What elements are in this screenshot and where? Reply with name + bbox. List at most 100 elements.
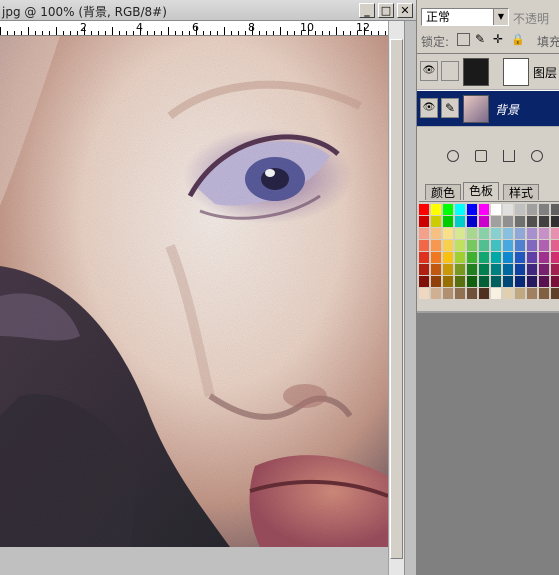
color-swatch[interactable] bbox=[551, 240, 559, 252]
color-swatch[interactable] bbox=[467, 216, 478, 228]
color-swatch[interactable] bbox=[467, 240, 478, 252]
color-swatch[interactable] bbox=[491, 240, 502, 252]
color-swatch[interactable] bbox=[539, 264, 550, 276]
color-swatch[interactable] bbox=[539, 240, 550, 252]
color-swatch[interactable] bbox=[479, 228, 490, 240]
color-swatch[interactable] bbox=[491, 216, 502, 228]
color-swatch[interactable] bbox=[419, 228, 430, 240]
blend-mode-select[interactable]: 正常 ▼ bbox=[421, 8, 509, 26]
color-swatch[interactable] bbox=[431, 276, 442, 288]
color-swatch[interactable] bbox=[503, 252, 514, 264]
layer-link-box[interactable] bbox=[441, 61, 459, 81]
visibility-eye-icon[interactable]: 👁 bbox=[420, 98, 438, 118]
tab-swatches[interactable]: 色板 bbox=[463, 182, 500, 200]
color-swatch[interactable] bbox=[419, 276, 430, 288]
color-swatch[interactable] bbox=[503, 216, 514, 228]
color-swatch[interactable] bbox=[479, 204, 490, 216]
lock-brush-icon[interactable]: ✎ bbox=[475, 33, 488, 46]
color-swatch[interactable] bbox=[527, 264, 538, 276]
color-swatch[interactable] bbox=[515, 288, 526, 300]
color-swatch[interactable] bbox=[515, 264, 526, 276]
color-swatch[interactable] bbox=[503, 228, 514, 240]
color-swatch[interactable] bbox=[503, 264, 514, 276]
minimize-button[interactable]: _ bbox=[359, 3, 375, 18]
color-swatch[interactable] bbox=[419, 204, 430, 216]
color-swatch[interactable] bbox=[419, 264, 430, 276]
color-swatch[interactable] bbox=[539, 228, 550, 240]
color-swatch[interactable] bbox=[539, 252, 550, 264]
color-swatch[interactable] bbox=[455, 276, 466, 288]
lock-all-icon[interactable]: 🔒 bbox=[511, 33, 525, 46]
color-swatch[interactable] bbox=[455, 240, 466, 252]
vertical-scrollbar-thumb[interactable] bbox=[390, 39, 403, 559]
color-swatch[interactable] bbox=[515, 204, 526, 216]
color-swatch[interactable] bbox=[419, 288, 430, 300]
horizontal-ruler[interactable]: 2 4 6 8 10 12 14 bbox=[0, 21, 388, 36]
document-titlebar[interactable]: jpg @ 100% (背景, RGB/8#) _ □ ✕ bbox=[0, 0, 416, 21]
color-swatch[interactable] bbox=[479, 276, 490, 288]
color-swatch[interactable] bbox=[515, 276, 526, 288]
color-swatch[interactable] bbox=[539, 216, 550, 228]
maximize-button[interactable]: □ bbox=[378, 3, 394, 18]
color-swatch[interactable] bbox=[455, 216, 466, 228]
color-swatch[interactable] bbox=[455, 204, 466, 216]
brush-icon[interactable]: ✎ bbox=[441, 98, 459, 118]
color-swatch[interactable] bbox=[551, 216, 559, 228]
vertical-scrollbar[interactable] bbox=[388, 21, 404, 575]
color-swatch[interactable] bbox=[491, 228, 502, 240]
color-swatch[interactable] bbox=[551, 252, 559, 264]
color-swatch[interactable] bbox=[503, 204, 514, 216]
color-swatch[interactable] bbox=[467, 276, 478, 288]
color-swatch[interactable] bbox=[527, 228, 538, 240]
color-swatch[interactable] bbox=[527, 288, 538, 300]
color-swatch[interactable] bbox=[467, 228, 478, 240]
color-swatch[interactable] bbox=[443, 264, 454, 276]
color-swatch[interactable] bbox=[527, 204, 538, 216]
color-swatch[interactable] bbox=[479, 216, 490, 228]
color-swatch[interactable] bbox=[503, 240, 514, 252]
color-swatch[interactable] bbox=[527, 216, 538, 228]
color-swatch[interactable] bbox=[527, 276, 538, 288]
color-swatch[interactable] bbox=[527, 240, 538, 252]
visibility-eye-icon[interactable]: 👁 bbox=[420, 61, 438, 81]
adjustment-layer-icon[interactable] bbox=[531, 150, 543, 162]
color-swatch[interactable] bbox=[515, 240, 526, 252]
color-swatch[interactable] bbox=[491, 204, 502, 216]
tab-styles[interactable]: 样式 bbox=[503, 184, 540, 200]
color-swatch[interactable] bbox=[467, 264, 478, 276]
color-swatch[interactable] bbox=[515, 216, 526, 228]
color-swatch[interactable] bbox=[515, 228, 526, 240]
color-swatch[interactable] bbox=[455, 288, 466, 300]
color-swatch[interactable] bbox=[467, 252, 478, 264]
color-swatch[interactable] bbox=[539, 288, 550, 300]
color-swatch[interactable] bbox=[443, 240, 454, 252]
color-swatch[interactable] bbox=[479, 240, 490, 252]
color-swatch[interactable] bbox=[443, 228, 454, 240]
color-swatch[interactable] bbox=[455, 264, 466, 276]
color-swatch[interactable] bbox=[431, 228, 442, 240]
color-swatch[interactable] bbox=[503, 288, 514, 300]
color-swatch[interactable] bbox=[503, 276, 514, 288]
layer-row-selected[interactable]: 👁 ✎ 背景 bbox=[417, 91, 559, 127]
lock-move-icon[interactable]: ✛ bbox=[493, 33, 506, 46]
color-swatch[interactable] bbox=[551, 288, 559, 300]
color-swatch[interactable] bbox=[455, 252, 466, 264]
color-swatch[interactable] bbox=[491, 252, 502, 264]
color-swatch[interactable] bbox=[551, 204, 559, 216]
lock-transparency-icon[interactable] bbox=[457, 33, 470, 46]
color-swatch[interactable] bbox=[539, 276, 550, 288]
color-swatch[interactable] bbox=[455, 228, 466, 240]
color-swatch[interactable] bbox=[479, 252, 490, 264]
color-swatch[interactable] bbox=[431, 252, 442, 264]
color-swatch[interactable] bbox=[491, 288, 502, 300]
color-swatch[interactable] bbox=[551, 264, 559, 276]
color-swatch[interactable] bbox=[443, 288, 454, 300]
color-swatch[interactable] bbox=[431, 204, 442, 216]
color-swatch[interactable] bbox=[491, 264, 502, 276]
color-swatch[interactable] bbox=[467, 204, 478, 216]
layer-row[interactable]: 👁 图层 bbox=[417, 54, 559, 90]
color-swatch[interactable] bbox=[431, 240, 442, 252]
color-swatch[interactable] bbox=[479, 264, 490, 276]
color-swatch[interactable] bbox=[527, 252, 538, 264]
color-swatch[interactable] bbox=[443, 216, 454, 228]
